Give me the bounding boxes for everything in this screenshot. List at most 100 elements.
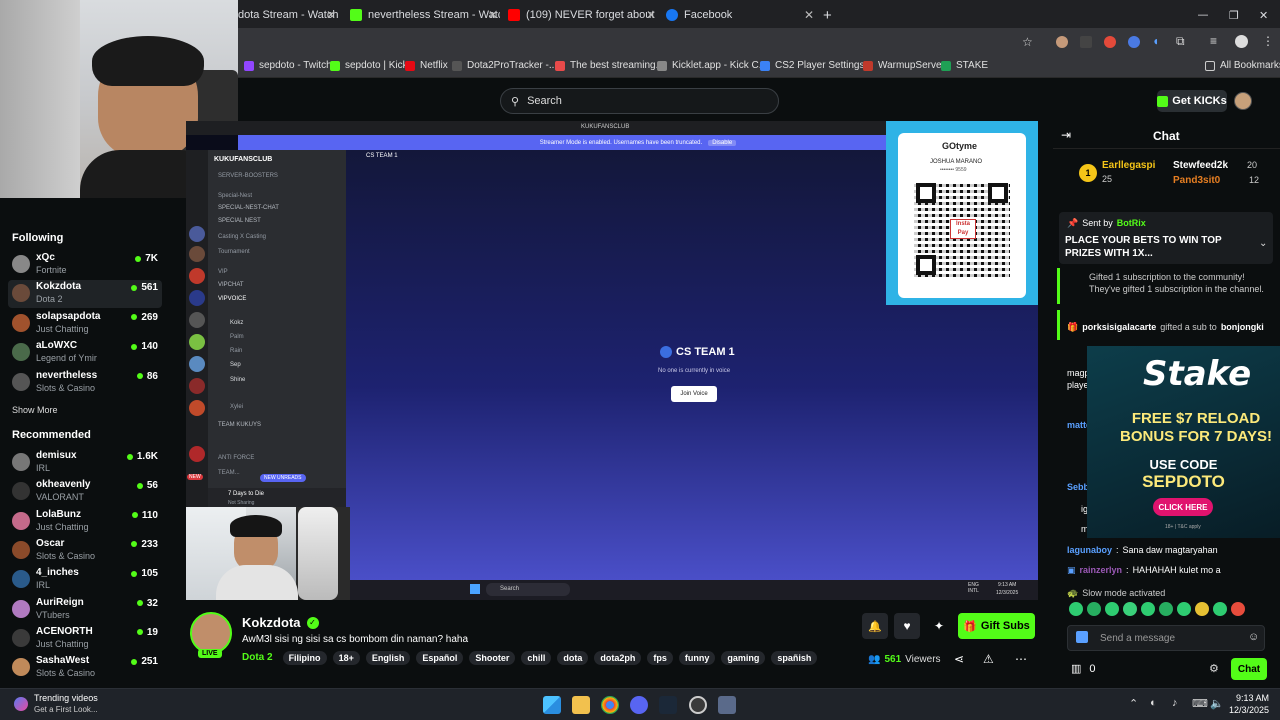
close-tab-icon[interactable]: ✕ xyxy=(804,8,814,22)
search-input[interactable]: ⚲ Search xyxy=(500,88,779,114)
stream-tag[interactable]: English xyxy=(365,651,411,665)
stream-tag[interactable]: Filipino xyxy=(282,651,327,665)
disable-button[interactable]: Disable xyxy=(708,139,737,146)
leader-name[interactable]: Earllegaspi xyxy=(1102,160,1155,171)
profile-avatar[interactable] xyxy=(1235,35,1248,48)
bookmark[interactable]: CS2 Player Settings... xyxy=(760,60,873,71)
audio-icon[interactable]: ◖ xyxy=(1152,34,1159,48)
puzzle-icon[interactable]: ⧉ xyxy=(1176,34,1185,49)
emote-icon[interactable] xyxy=(1105,602,1119,616)
chat-input[interactable]: Send a message ☺ xyxy=(1067,625,1265,651)
sidebar-channel[interactable]: LolaBunz Just Chatting 110 xyxy=(8,508,162,536)
stake-ad-overlay[interactable]: Stake FREE $7 RELOAD BONUS FOR 7 DAYS! U… xyxy=(1087,346,1280,538)
chevron-up-icon[interactable]: ⌃ xyxy=(1129,697,1138,710)
extension-icon[interactable] xyxy=(1080,36,1092,48)
close-tab-icon[interactable]: ✕ xyxy=(488,8,498,22)
stream-tag[interactable]: 18+ xyxy=(332,651,360,665)
heart-icon[interactable]: ♥ xyxy=(894,613,920,639)
sidebar-channel[interactable]: okheavenly VALORANT 56 xyxy=(8,478,162,506)
collapse-chat-icon[interactable]: ⇥ xyxy=(1061,128,1071,142)
browser-tab[interactable]: nevertheless Stream - Watch Li ✕ xyxy=(350,4,500,26)
bell-icon[interactable]: 🔔 xyxy=(862,613,888,639)
minimize-icon[interactable]: — xyxy=(1198,4,1208,26)
extension-icon[interactable] xyxy=(1056,36,1068,48)
mic-icon[interactable]: ♪ xyxy=(1172,697,1178,709)
stream-tag[interactable]: chill xyxy=(521,651,552,665)
sidebar-channel[interactable]: AuriReign VTubers 32 xyxy=(8,596,162,624)
gift-subs-button[interactable]: 🎁 Gift Subs xyxy=(958,613,1035,639)
browser-tab[interactable]: (109) NEVER forget about prim ✕ xyxy=(508,4,658,26)
stream-tag[interactable]: spañish xyxy=(771,651,818,665)
ad-cta-button[interactable]: CLICK HERE xyxy=(1153,498,1213,516)
chat-send-button[interactable]: Chat xyxy=(1231,658,1267,680)
emote-icon[interactable] xyxy=(1195,602,1209,616)
sidebar-channel[interactable]: nevertheless Slots & Casino 86 xyxy=(8,369,162,397)
bookmark[interactable]: STAKE xyxy=(941,60,988,71)
sidebar-channel[interactable]: SashaWest Slots & Casino 251 xyxy=(8,654,162,682)
chat-username[interactable]: porksisigalacarte xyxy=(1082,322,1156,333)
all-bookmarks[interactable]: All Bookmarks xyxy=(1205,60,1280,71)
sidebar-channel[interactable]: Oscar Slots & Casino 233 xyxy=(8,537,162,565)
sidebar-channel[interactable]: Kokzdota Dota 2 561 xyxy=(8,280,162,309)
chat-username[interactable]: rainzerlyn xyxy=(1080,565,1123,576)
emote-icon[interactable] xyxy=(1069,602,1083,616)
windows-start-icon[interactable] xyxy=(543,696,561,714)
sidebar-channel[interactable]: aLoWXC Legend of Ymir 140 xyxy=(8,339,162,367)
emote-icon[interactable] xyxy=(1087,602,1101,616)
volume-icon[interactable]: 🔈 xyxy=(1210,697,1224,710)
bookmark[interactable]: sepdoto | Kick xyxy=(330,60,408,71)
emote-icon[interactable] xyxy=(1177,602,1191,616)
share-icon[interactable]: ⋖ xyxy=(954,652,964,666)
sidebar-channel[interactable]: ACENORTH Just Chatting 19 xyxy=(8,625,162,653)
leader-name[interactable]: Pand3sit0 xyxy=(1173,175,1220,186)
sidebar-channel[interactable]: demisux IRL 1.6K xyxy=(8,449,162,477)
star-icon[interactable]: ☆ xyxy=(1022,35,1033,49)
join-voice-button[interactable]: Join Voice xyxy=(671,386,717,402)
stream-tag[interactable]: fps xyxy=(647,651,673,665)
category-link[interactable]: Dota 2 xyxy=(242,652,273,663)
emote-icon[interactable] xyxy=(1141,602,1155,616)
get-kicks-button[interactable]: Get KICKs xyxy=(1157,90,1227,112)
channel-avatar[interactable] xyxy=(190,612,232,654)
report-icon[interactable]: ⚠ xyxy=(983,652,994,666)
chevron-down-icon[interactable]: ⌄ xyxy=(1259,238,1267,249)
bookmark[interactable]: The best streaming... xyxy=(555,60,664,71)
bookmark[interactable]: WarmupServer xyxy=(863,60,945,71)
maximize-icon[interactable]: ❐ xyxy=(1229,4,1239,26)
new-tab-button[interactable]: + xyxy=(823,4,837,26)
sidebar-channel[interactable]: xQc Fortnite 7K xyxy=(8,251,162,279)
chat-username[interactable]: bonjongki xyxy=(1221,322,1264,333)
menu-lines-icon[interactable]: ≡ xyxy=(1210,34,1217,48)
extension-icon[interactable] xyxy=(1128,36,1140,48)
tray-icon[interactable]: ◐ xyxy=(1150,697,1157,709)
emote-icon[interactable] xyxy=(1231,602,1245,616)
widgets-icon[interactable] xyxy=(14,697,28,711)
channel-points[interactable]: ▥ 0 xyxy=(1071,662,1096,676)
settings-gear-icon[interactable]: ⚙ xyxy=(1209,662,1219,675)
stream-tag[interactable]: funny xyxy=(678,651,716,665)
extension-icon[interactable] xyxy=(1104,36,1116,48)
more-icon[interactable]: ⋯ xyxy=(1015,652,1027,666)
chat-username[interactable]: lagunaboy xyxy=(1067,545,1112,555)
stream-tag[interactable]: dota2ph xyxy=(594,651,642,665)
bookmark[interactable]: Netflix xyxy=(405,60,448,71)
user-avatar[interactable] xyxy=(1234,92,1252,110)
sidebar-channel[interactable]: 4_inches IRL 105 xyxy=(8,566,162,594)
bookmark[interactable]: sepdoto - Twitch xyxy=(244,60,332,71)
discord-icon[interactable] xyxy=(630,696,648,714)
emote-icon[interactable] xyxy=(1213,602,1227,616)
stream-tag[interactable]: Español xyxy=(416,651,464,665)
channel-name[interactable]: Kokzdota xyxy=(242,615,301,630)
steam-icon[interactable] xyxy=(659,696,677,714)
sidebar-channel[interactable]: solapsapdota Just Chatting 269 xyxy=(8,310,162,338)
video-player[interactable]: KUKUFANSCLUB Streamer Mode is enabled. U… xyxy=(186,121,1038,600)
show-more-link[interactable]: Show More xyxy=(12,405,58,415)
emoji-icon[interactable]: ☺ xyxy=(1248,631,1259,643)
stream-tag[interactable]: gaming xyxy=(721,651,766,665)
stream-tag[interactable]: Shooter xyxy=(469,651,516,665)
close-tab-icon[interactable]: ✕ xyxy=(646,8,656,22)
emote-icon[interactable] xyxy=(1159,602,1173,616)
obs-icon[interactable] xyxy=(689,696,707,714)
leader-name[interactable]: Stewfeed2k xyxy=(1173,160,1228,171)
file-explorer-icon[interactable] xyxy=(572,696,590,714)
